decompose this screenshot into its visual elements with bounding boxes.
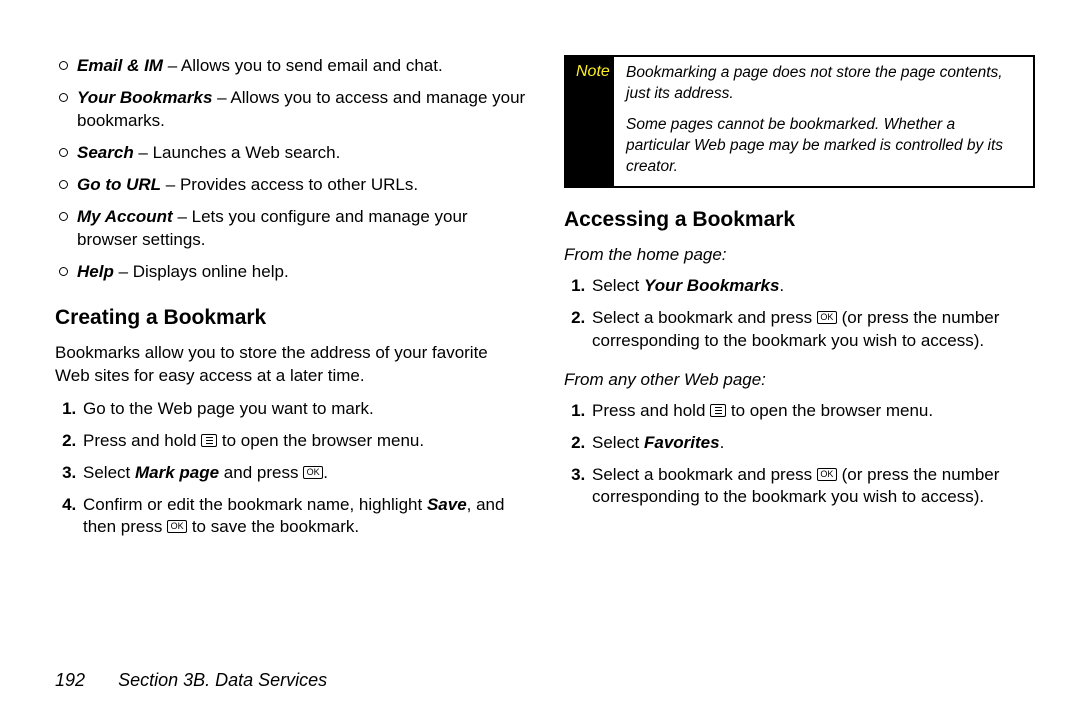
- step: Confirm or edit the bookmark name, highl…: [81, 494, 526, 540]
- right-column: Note Bookmarking a page does not store t…: [564, 55, 1035, 555]
- accessing-bookmark-heading: Accessing a Bookmark: [564, 206, 1035, 234]
- note-text: Some pages cannot be bookmarked. Whether…: [626, 115, 1023, 178]
- step: Press and hold to open the browser menu.: [81, 430, 526, 453]
- feature-list: Email & IM – Allows you to send email an…: [55, 55, 526, 284]
- note-box: Note Bookmarking a page does not store t…: [564, 55, 1035, 188]
- step: Select Mark page and press OK.: [81, 462, 526, 485]
- list-item: Help – Displays online help.: [55, 261, 526, 284]
- term: Go to URL: [77, 175, 161, 194]
- from-other-subhead: From any other Web page:: [564, 369, 1035, 392]
- list-item: Email & IM – Allows you to send email an…: [55, 55, 526, 78]
- ok-key-icon: OK: [167, 520, 187, 533]
- note-text: Bookmarking a page does not store the pa…: [626, 63, 1023, 105]
- list-item: Go to URL – Provides access to other URL…: [55, 174, 526, 197]
- desc: – Allows you to send email and chat.: [163, 56, 443, 75]
- intro-text: Bookmarks allow you to store the address…: [55, 342, 526, 388]
- term: Email & IM: [77, 56, 163, 75]
- menu-icon: [710, 404, 726, 417]
- list-item: Search – Launches a Web search.: [55, 142, 526, 165]
- desc: – Displays online help.: [114, 262, 289, 281]
- desc: – Provides access to other URLs.: [161, 175, 418, 194]
- section-title: Section 3B. Data Services: [118, 670, 327, 690]
- list-item: Your Bookmarks – Allows you to access an…: [55, 87, 526, 133]
- menu-icon: [201, 434, 217, 447]
- term: Help: [77, 262, 114, 281]
- ok-key-icon: OK: [817, 468, 837, 481]
- step: Select Your Bookmarks.: [590, 275, 1035, 298]
- note-label: Note: [566, 57, 614, 186]
- creating-bookmark-heading: Creating a Bookmark: [55, 304, 526, 332]
- step: Go to the Web page you want to mark.: [81, 398, 526, 421]
- left-column: Email & IM – Allows you to send email an…: [55, 55, 526, 555]
- step: Select a bookmark and press OK (or press…: [590, 464, 1035, 510]
- step: Select Favorites.: [590, 432, 1035, 455]
- term: Your Bookmarks: [77, 88, 212, 107]
- desc: – Launches a Web search.: [134, 143, 341, 162]
- page-footer: 192 Section 3B. Data Services: [55, 668, 327, 692]
- term: Search: [77, 143, 134, 162]
- from-home-subhead: From the home page:: [564, 244, 1035, 267]
- page-number: 192: [55, 670, 85, 690]
- note-body: Bookmarking a page does not store the pa…: [614, 57, 1033, 186]
- term: My Account: [77, 207, 173, 226]
- step: Press and hold to open the browser menu.: [590, 400, 1035, 423]
- ok-key-icon: OK: [817, 311, 837, 324]
- create-steps: Go to the Web page you want to mark. Pre…: [55, 398, 526, 540]
- step: Select a bookmark and press OK (or press…: [590, 307, 1035, 353]
- ok-key-icon: OK: [303, 466, 323, 479]
- access-home-steps: Select Your Bookmarks. Select a bookmark…: [564, 275, 1035, 353]
- list-item: My Account – Lets you configure and mana…: [55, 206, 526, 252]
- manual-page: Email & IM – Allows you to send email an…: [0, 0, 1080, 555]
- access-other-steps: Press and hold to open the browser menu.…: [564, 400, 1035, 510]
